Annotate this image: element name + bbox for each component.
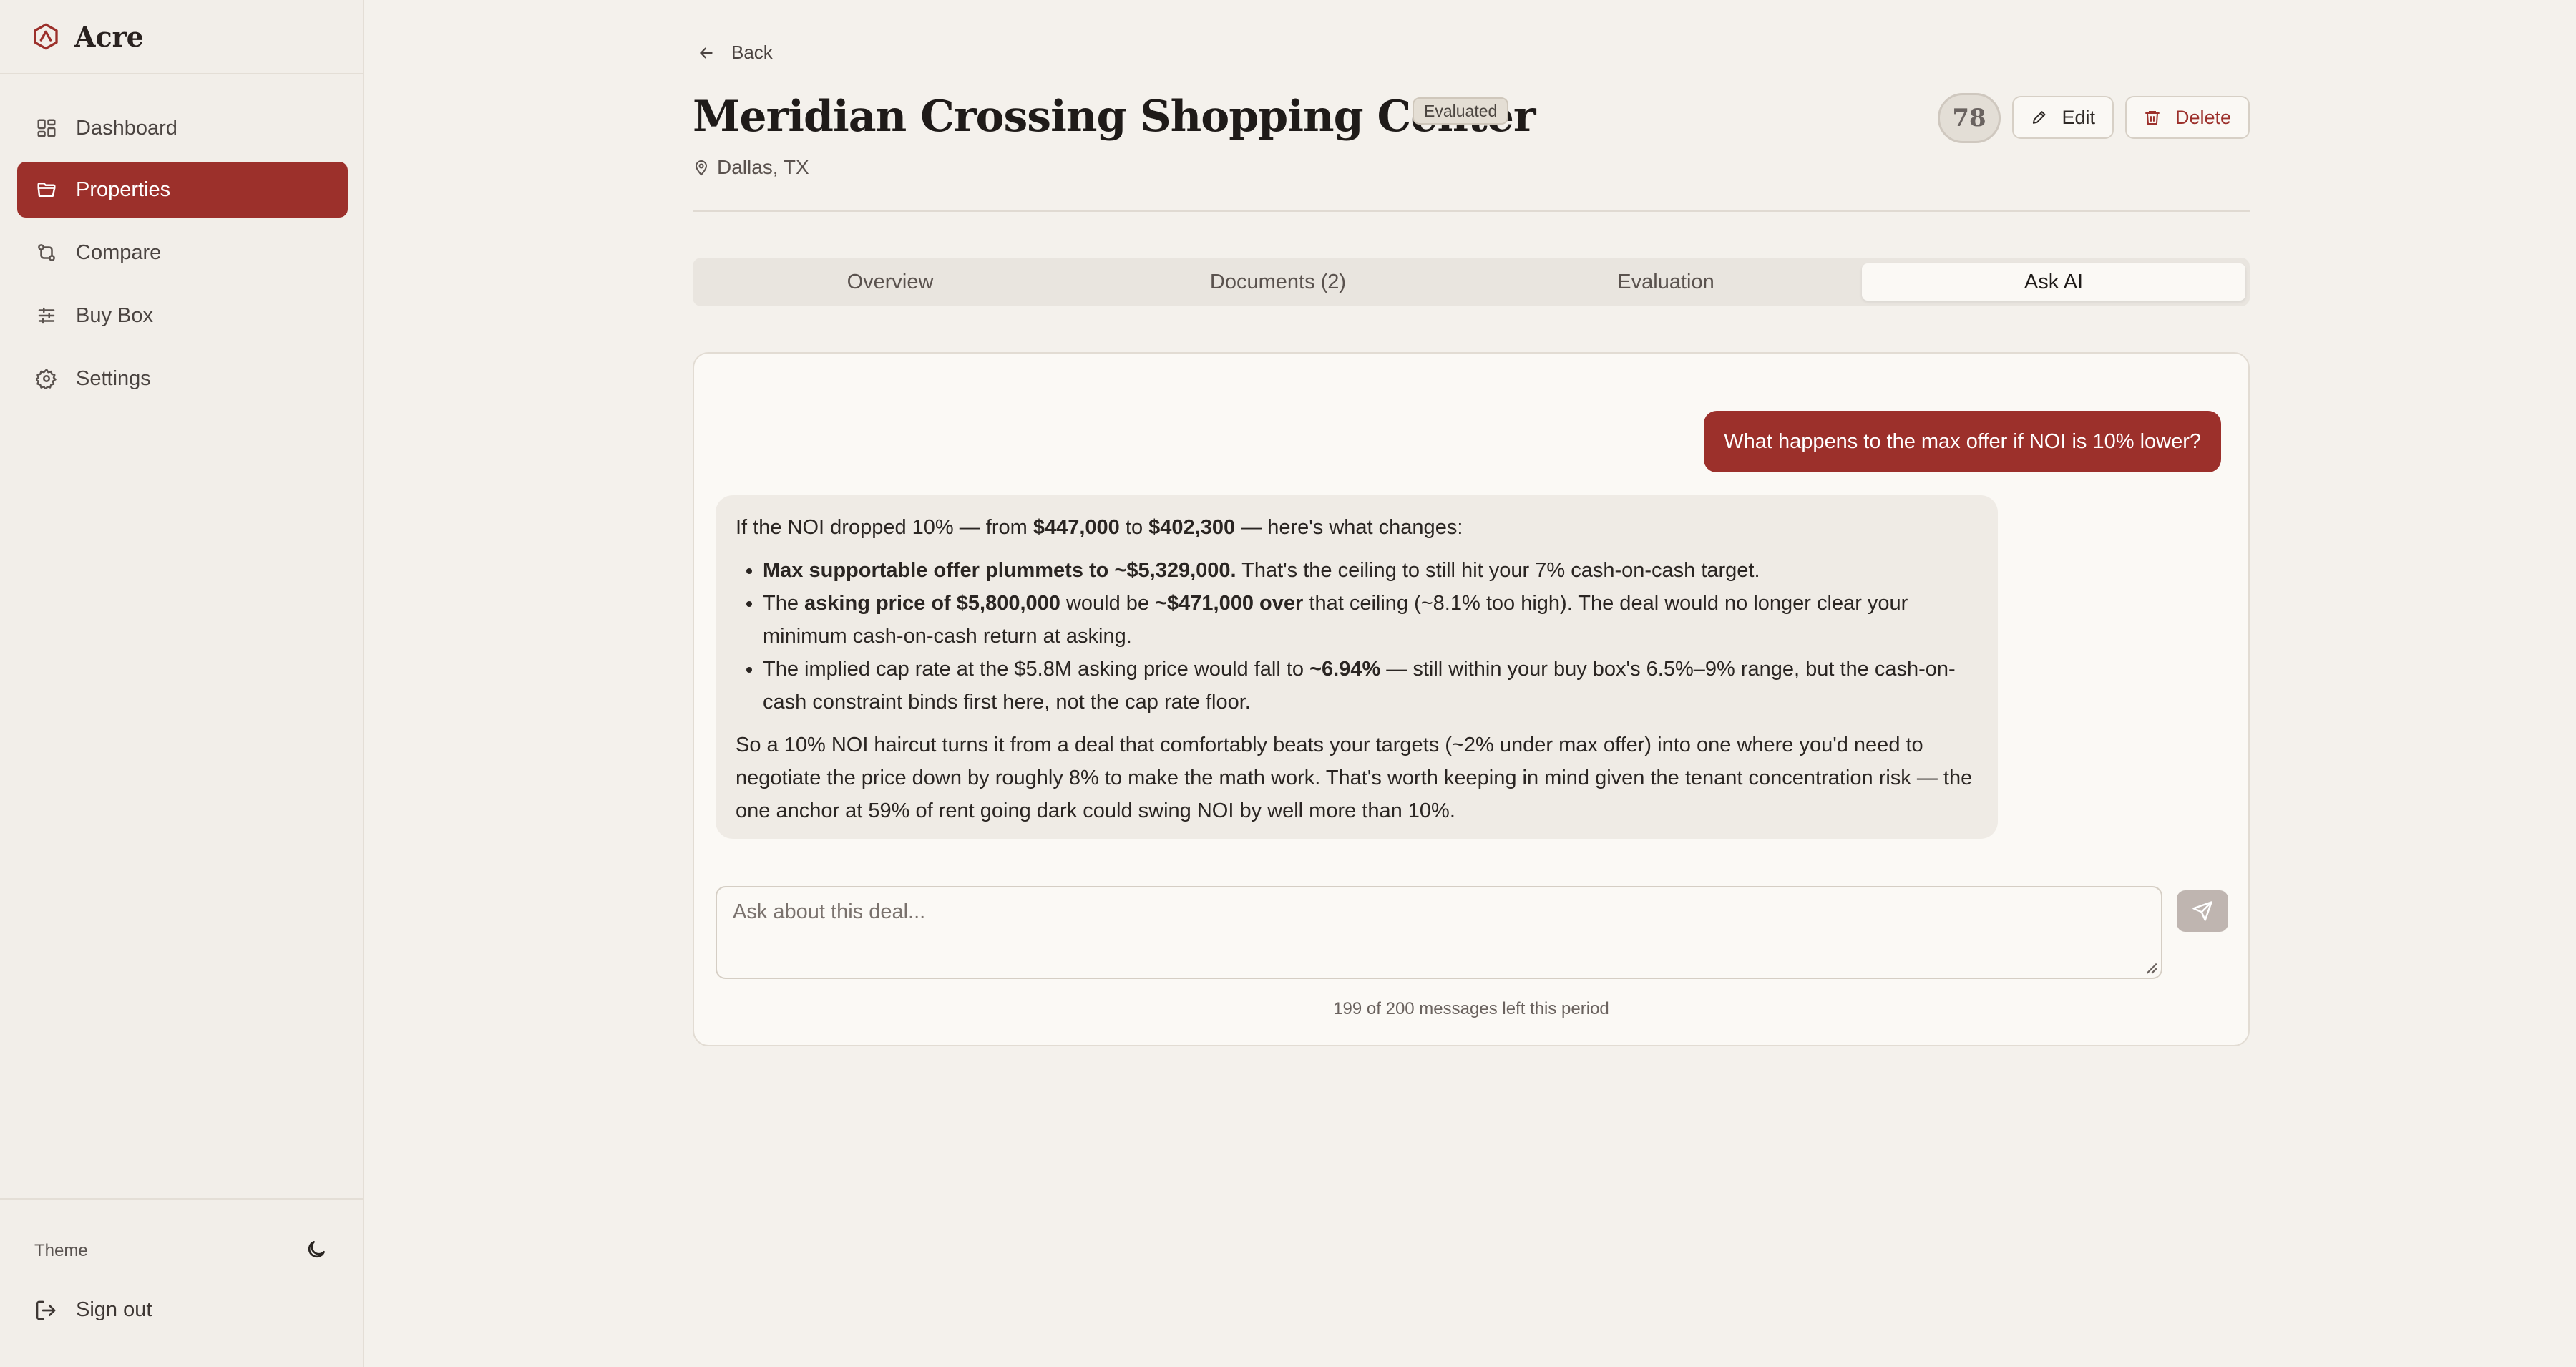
list-item: The implied cap rate at the $5.8M asking… xyxy=(763,653,1978,719)
sidebar: Acre Dashboard Properties Compare Buy Bo… xyxy=(0,0,364,1367)
sidebar-item-label: Compare xyxy=(76,240,162,264)
sidebar-item-compare[interactable]: Compare xyxy=(17,225,348,281)
score-badge: 78 xyxy=(1938,93,2001,143)
pencil-icon xyxy=(2032,111,2046,124)
arrow-left-icon xyxy=(700,47,713,59)
sidebar-item-label: Properties xyxy=(76,177,171,201)
back-button[interactable]: Back xyxy=(697,42,773,64)
location: Dallas, TX xyxy=(693,156,809,179)
sliders-icon xyxy=(38,307,55,324)
ai-intro: If the NOI dropped 10% — from $447,000 t… xyxy=(736,516,1463,539)
header-divider xyxy=(693,210,2250,212)
resize-handle-icon[interactable] xyxy=(2142,959,2158,975)
location-label: Dallas, TX xyxy=(717,156,809,178)
tab-documents[interactable]: Documents (2) xyxy=(1086,263,1470,301)
tab-evaluation[interactable]: Evaluation xyxy=(1474,263,1858,301)
page-title: Meridian Crossing Shopping Center xyxy=(693,92,1536,142)
compare-icon xyxy=(38,244,55,261)
back-label: Back xyxy=(731,42,773,63)
moon-icon xyxy=(308,1240,325,1257)
chat-input[interactable]: Ask about this deal... xyxy=(716,886,2162,979)
brand[interactable]: Acre xyxy=(0,0,363,74)
sidebar-divider xyxy=(0,1198,363,1200)
delete-label: Delete xyxy=(2175,106,2231,128)
status-badge: Evaluated xyxy=(1413,97,1509,125)
sidebar-item-properties[interactable]: Properties xyxy=(17,162,348,218)
gear-icon xyxy=(36,369,57,389)
message-quota: 199 of 200 messages left this period xyxy=(1333,999,1609,1018)
sidebar-item-settings[interactable]: Settings xyxy=(17,351,348,407)
sidebar-item-label: Buy Box xyxy=(76,303,153,327)
acre-logo-icon xyxy=(34,23,58,50)
list-item: The asking price of $5,800,000 would be … xyxy=(763,587,1978,653)
sidebar-item-label: Settings xyxy=(76,366,151,390)
user-message: What happens to the max offer if NOI is … xyxy=(1704,411,2221,472)
tab-ask-ai[interactable]: Ask AI xyxy=(1862,263,2245,301)
trash-icon xyxy=(2145,111,2160,125)
ai-message: If the NOI dropped 10% — from $447,000 t… xyxy=(716,495,1998,839)
delete-button[interactable]: Delete xyxy=(2125,96,2250,139)
dashboard-icon xyxy=(37,119,56,137)
tab-overview[interactable]: Overview xyxy=(698,263,1082,301)
list-item: Max supportable offer plummets to ~$5,32… xyxy=(763,554,1978,587)
send-button[interactable] xyxy=(2177,890,2228,932)
map-pin-icon xyxy=(695,160,708,176)
ai-closing: So a 10% NOI haircut turns it from a dea… xyxy=(736,734,1973,822)
theme-toggle[interactable] xyxy=(305,1238,328,1265)
app-name: Acre xyxy=(74,20,144,53)
ai-bullet-list: Max supportable offer plummets to ~$5,32… xyxy=(736,554,1978,719)
edit-button[interactable]: Edit xyxy=(2012,96,2114,139)
sign-out-icon xyxy=(36,1300,56,1320)
sign-out-label: Sign out xyxy=(76,1298,152,1321)
theme-label: Theme xyxy=(34,1241,88,1260)
tab-bar: Overview Documents (2) Evaluation Ask AI xyxy=(693,258,2250,306)
folder-icon xyxy=(37,183,56,197)
sidebar-item-buy-box[interactable]: Buy Box xyxy=(17,288,348,344)
chat-panel: What happens to the max offer if NOI is … xyxy=(693,352,2250,1046)
theme-row: Theme xyxy=(34,1237,328,1265)
chat-input-placeholder: Ask about this deal... xyxy=(733,900,926,923)
edit-label: Edit xyxy=(2062,106,2095,128)
send-icon xyxy=(2192,901,2212,921)
sidebar-item-dashboard[interactable]: Dashboard xyxy=(17,100,348,156)
sidebar-item-label: Dashboard xyxy=(76,116,177,140)
sign-out-button[interactable]: Sign out xyxy=(34,1298,152,1322)
